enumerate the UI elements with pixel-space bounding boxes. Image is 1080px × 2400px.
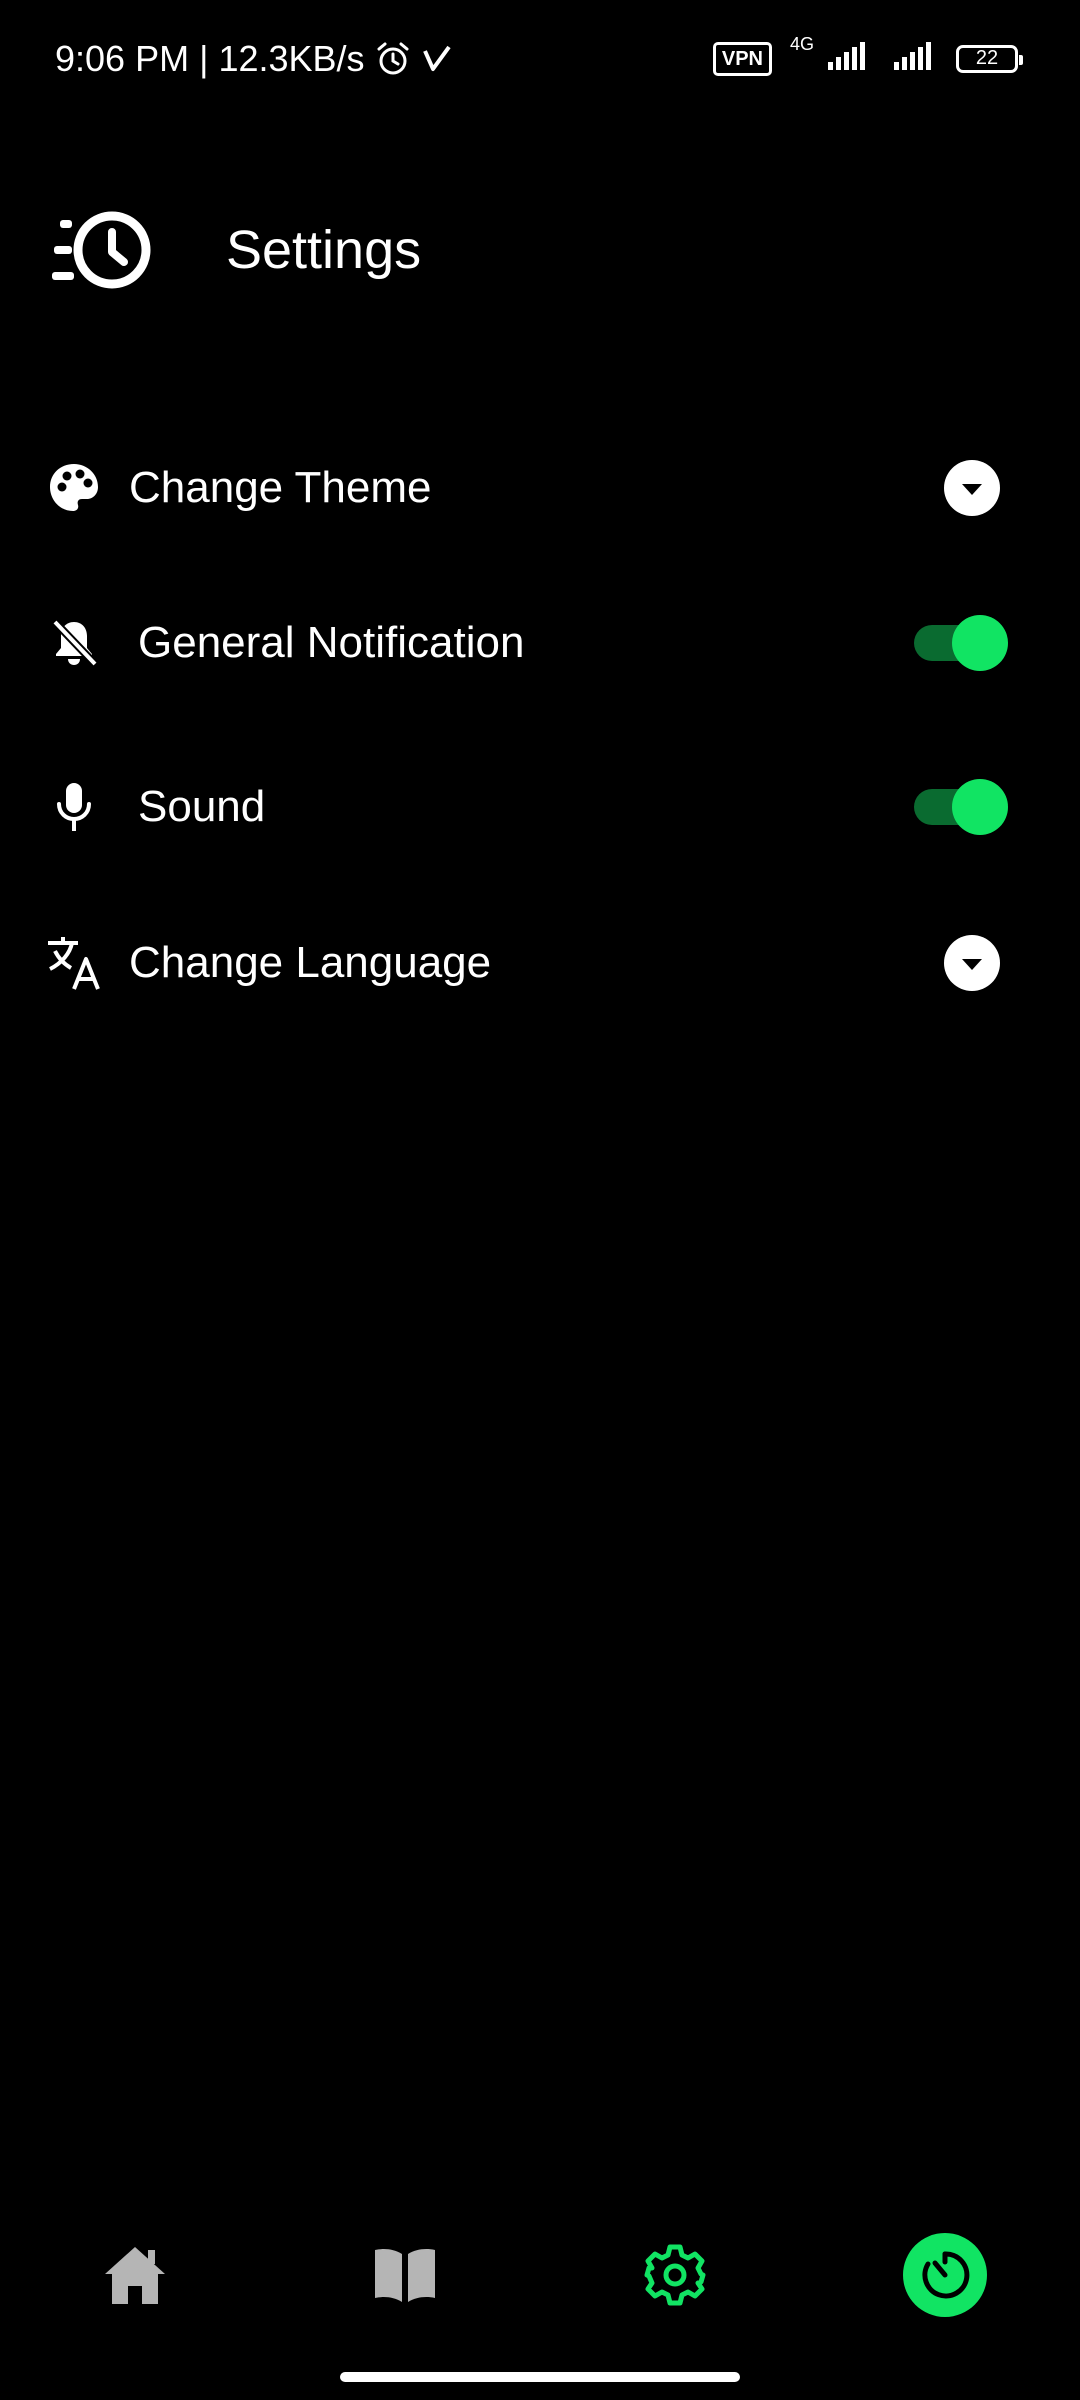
book-icon <box>372 2246 438 2304</box>
status-speed: 12.3KB/s <box>218 38 365 79</box>
translate-icon <box>44 933 104 993</box>
status-left: 9:06 PM | 12.3KB/s <box>55 38 453 80</box>
gear-icon <box>643 2243 707 2307</box>
fast-clock-icon <box>52 210 156 290</box>
status-separator: | <box>199 38 209 79</box>
setting-change-theme[interactable]: Change Theme <box>0 438 1080 538</box>
status-bar: 9:06 PM | 12.3KB/s VPN 4G 22 <box>0 0 1080 120</box>
timer-icon <box>918 2248 972 2302</box>
language-dropdown-button[interactable] <box>944 935 1000 991</box>
setting-label: Change Theme <box>129 463 432 512</box>
page-title: Settings <box>226 220 422 280</box>
battery-icon: 22 <box>956 44 1023 73</box>
setting-general-notification: General Notification <box>0 593 1080 693</box>
nav-settings[interactable] <box>625 2220 725 2330</box>
nav-home[interactable] <box>85 2220 185 2330</box>
toggle-thumb <box>952 779 1008 835</box>
setting-label: Sound <box>138 782 266 831</box>
status-right: VPN 4G 22 <box>712 34 1023 77</box>
notification-toggle[interactable] <box>908 615 1008 671</box>
toggle-thumb <box>952 615 1008 671</box>
alarm-icon <box>375 41 411 77</box>
bell-off-icon <box>44 613 104 673</box>
palette-icon <box>44 458 104 518</box>
network-type: 4G <box>789 34 814 54</box>
microphone-icon <box>44 777 104 837</box>
check-icon <box>421 43 453 75</box>
nav-book[interactable] <box>355 2220 455 2330</box>
sound-toggle[interactable] <box>908 779 1008 835</box>
page-header: Settings <box>52 210 421 290</box>
bottom-nav <box>0 2220 1080 2330</box>
setting-label: General Notification <box>138 618 525 667</box>
chevron-down-icon <box>962 959 982 970</box>
setting-label: Change Language <box>129 938 492 987</box>
theme-dropdown-button[interactable] <box>944 460 1000 516</box>
signal-icon-1 <box>824 40 872 77</box>
chevron-down-icon <box>962 484 982 495</box>
setting-change-language[interactable]: Change Language <box>0 913 1080 1013</box>
setting-sound: Sound <box>0 757 1080 857</box>
signal-icon-2 <box>890 40 938 77</box>
timer-button <box>903 2233 987 2317</box>
nav-timer[interactable] <box>895 2220 995 2330</box>
home-icon <box>102 2244 168 2306</box>
vpn-badge: VPN <box>712 41 772 76</box>
home-indicator[interactable] <box>340 2372 740 2382</box>
status-time: 9:06 PM <box>55 38 190 79</box>
battery-level: 22 <box>975 47 999 69</box>
